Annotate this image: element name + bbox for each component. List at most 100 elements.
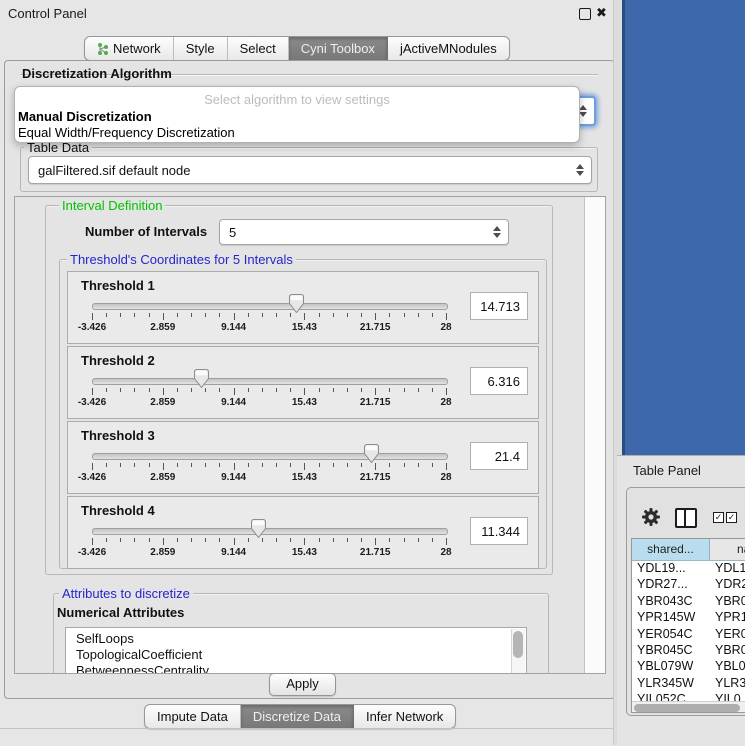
cell-name[interactable]: YDL1	[715, 561, 745, 575]
cell-shared-name[interactable]: YBL079W	[637, 659, 709, 673]
slider-track[interactable]	[92, 453, 448, 460]
table-row[interactable]: YDL19... YDL1	[632, 560, 745, 577]
cell-shared-name[interactable]: YIL052C	[637, 692, 709, 701]
slider-tick	[333, 538, 334, 542]
tab-style[interactable]: Style	[174, 37, 228, 60]
window-bottom-divider	[0, 728, 617, 729]
tab-infer-network[interactable]: Infer Network	[354, 705, 455, 728]
cell-shared-name[interactable]: YBR043C	[637, 594, 709, 608]
slider-tick	[134, 538, 135, 542]
checkbox-icon[interactable]: ✓	[726, 512, 737, 523]
slider-tick	[404, 388, 405, 392]
slider-thumb[interactable]	[364, 444, 379, 463]
table-hscrollbar-track[interactable]	[632, 701, 745, 713]
slider-track[interactable]	[92, 528, 448, 535]
cell-shared-name[interactable]: YER054C	[637, 627, 709, 641]
slider-tick	[177, 388, 178, 392]
slider-tick-label: 21.715	[360, 547, 391, 558]
table-row[interactable]: YBL079W YBL0	[632, 658, 745, 675]
column-header-name[interactable]: na	[710, 539, 745, 560]
popup-option-equal-width[interactable]: Equal Width/Frequency Discretization	[18, 125, 576, 140]
cell-name[interactable]: YDR2	[715, 577, 745, 591]
slider-tick	[375, 388, 376, 395]
attribute-list-item[interactable]: SelfLoops	[76, 631, 134, 647]
table-panel-area: Table Panel ✓ ✓ shared... na YDL19...YDL…	[617, 455, 745, 746]
tab-network[interactable]: Network	[85, 37, 174, 60]
slider-tick	[149, 313, 150, 317]
slider-tick	[120, 388, 121, 392]
table-hscrollbar-thumb[interactable]	[634, 704, 740, 712]
threshold-value-field[interactable]: 21.4	[470, 442, 528, 470]
split-columns-icon[interactable]	[675, 508, 697, 528]
table-row[interactable]: YLR345W YLR3	[632, 675, 745, 692]
cell-name[interactable]: YLR3	[715, 676, 745, 690]
slider-tick	[106, 538, 107, 542]
attribute-list-item[interactable]: BetweennessCentrality	[76, 663, 209, 674]
num-intervals-combo[interactable]: 5	[219, 219, 509, 245]
slider-tick	[262, 313, 263, 317]
table-row[interactable]: YER054C YER0	[632, 626, 745, 643]
float-window-icon[interactable]	[579, 8, 591, 20]
cell-shared-name[interactable]: YBR045C	[637, 643, 709, 657]
slider-track[interactable]	[92, 303, 448, 310]
table-row[interactable]: YIL052C YIL0	[632, 691, 745, 701]
slider-tick	[234, 313, 235, 320]
cell-shared-name[interactable]: YLR345W	[637, 676, 709, 690]
slider-tick	[333, 463, 334, 467]
table-data-combo[interactable]: galFiltered.sif default node	[28, 156, 592, 184]
gear-icon[interactable]	[641, 507, 661, 527]
slider-tick	[134, 463, 135, 467]
tab-select[interactable]: Select	[228, 37, 289, 60]
slider-tick	[191, 388, 192, 392]
slider-track[interactable]	[92, 378, 448, 385]
cell-name[interactable]: YPR1	[715, 610, 745, 624]
slider-tick	[446, 388, 447, 395]
tab-cyni-toolbox[interactable]: Cyni Toolbox	[289, 37, 388, 60]
attribute-list-item[interactable]: TopologicalCoefficient	[76, 647, 202, 663]
slider-tick	[432, 313, 433, 317]
threshold-value-field[interactable]: 14.713	[470, 292, 528, 320]
table-row[interactable]: YBR045C YBR0	[632, 642, 745, 659]
threshold-value-field[interactable]: 6.316	[470, 367, 528, 395]
pane-scrollbar-track[interactable]	[584, 197, 606, 673]
threshold-value-field[interactable]: 11.344	[470, 517, 528, 545]
tab-discretize-data[interactable]: Discretize Data	[241, 705, 354, 728]
slider-tick	[290, 463, 291, 467]
slider-tick	[92, 313, 93, 320]
cell-shared-name[interactable]: YPR145W	[637, 610, 709, 624]
checkbox-icon[interactable]: ✓	[713, 512, 724, 523]
cell-name[interactable]: YER0	[715, 627, 745, 641]
numerical-attributes-list[interactable]: SelfLoopsTopologicalCoefficientBetweenne…	[65, 627, 527, 674]
cell-name[interactable]: YBR0	[715, 594, 745, 608]
table-row[interactable]: YBR043C YBR0	[632, 593, 745, 610]
cell-name[interactable]: YBR0	[715, 643, 745, 657]
slider-tick	[248, 538, 249, 542]
slider-tick	[418, 463, 419, 467]
tab-impute-data[interactable]: Impute Data	[145, 705, 241, 728]
slider-tick-label: 21.715	[360, 472, 391, 483]
table-row[interactable]: YPR145W YPR1	[632, 609, 745, 626]
slider-tick-label: 21.715	[360, 397, 391, 408]
slider-thumb[interactable]	[251, 519, 266, 538]
threshold-panel-1: Threshold 1-3.4262.8599.14415.4321.71528…	[67, 271, 539, 344]
slider-tick	[219, 538, 220, 542]
slider-thumb[interactable]	[289, 294, 304, 313]
attributes-scrollbar[interactable]	[511, 629, 525, 673]
apply-button[interactable]: Apply	[269, 673, 336, 696]
cell-name[interactable]: YIL0	[715, 692, 745, 701]
popup-option-manual[interactable]: Manual Discretization	[18, 109, 576, 124]
table-row[interactable]: YDR27... YDR2	[632, 576, 745, 593]
cell-shared-name[interactable]: YDL19...	[637, 561, 709, 575]
slider-tick	[149, 388, 150, 392]
column-header-shared-name[interactable]: shared...	[632, 539, 710, 560]
slider-thumb[interactable]	[194, 369, 209, 388]
slider-tick	[304, 388, 305, 395]
slider-tick	[163, 388, 164, 395]
slider-tick	[163, 538, 164, 545]
interval-definition-label: Interval Definition	[59, 198, 165, 213]
cell-shared-name[interactable]: YDR27...	[637, 577, 709, 591]
cell-name[interactable]: YBL0	[715, 659, 745, 673]
close-icon[interactable]: ✖	[596, 5, 607, 21]
tab-jactivemnodules[interactable]: jActiveMNodules	[388, 37, 509, 60]
slider-tick	[149, 463, 150, 467]
